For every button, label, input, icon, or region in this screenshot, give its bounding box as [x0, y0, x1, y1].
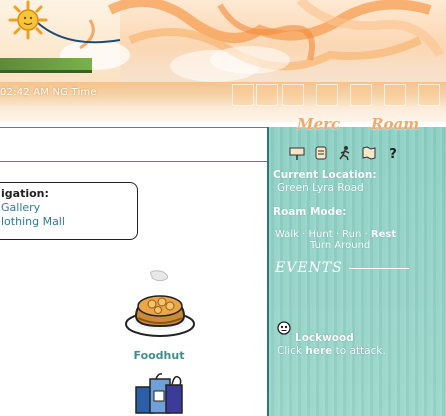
shopping-bag-icon[interactable] [130, 373, 188, 416]
phoenix-artwork [29, 0, 444, 74]
tab-roam[interactable]: Roam [371, 115, 419, 133]
toolbar-slot[interactable] [384, 84, 406, 106]
sidebar: Merc Roam ? Current Location: Green Lyra… [267, 115, 446, 416]
attack-prefix: Click [277, 345, 303, 357]
monster-icon [277, 321, 291, 335]
events-title: EVENTS [275, 260, 343, 276]
roam-mode-walk[interactable]: Walk [275, 229, 299, 240]
server-time: 02:42 AM NG Time [0, 87, 97, 98]
tab-merc[interactable]: Merc [297, 115, 340, 133]
sun-logo-icon [8, 0, 48, 40]
location-label-foodhut[interactable]: Foodhut [118, 349, 200, 362]
header-banner [0, 0, 446, 82]
time-bar: 02:42 AM NG Time [0, 82, 446, 106]
question-icon[interactable]: ? [385, 145, 401, 161]
scroll-icon[interactable] [313, 145, 329, 161]
nav-link-gallery[interactable]: Gallery [1, 201, 40, 214]
event-attack-line: Click here to attack. [277, 345, 386, 357]
toolbar-slot[interactable] [350, 84, 372, 106]
toolbar-slot[interactable] [232, 84, 254, 106]
current-location-label: Current Location: [273, 169, 377, 181]
turn-around-button[interactable]: Turn Around [310, 240, 370, 251]
events-divider [349, 268, 409, 269]
attack-link[interactable]: here [305, 345, 332, 357]
toolbar-slot[interactable] [282, 84, 304, 106]
roam-mode-run[interactable]: Run [342, 229, 361, 240]
divider [0, 127, 267, 128]
roam-mode-label: Roam Mode: [273, 206, 347, 218]
toolbar-slot[interactable] [316, 84, 338, 106]
divider [0, 161, 267, 162]
navigation-title: igation: [1, 187, 49, 200]
pancake-plate-icon[interactable] [122, 270, 198, 342]
attack-suffix: to attack. [335, 345, 386, 357]
roam-mode-options: Walk · Hunt · Run · Rest Turn Around [275, 229, 396, 251]
running-man-icon[interactable] [337, 145, 353, 161]
sidebar-toolbar: ? [289, 145, 401, 161]
event-monster-name: Lockwood [295, 332, 354, 344]
toolbar-slot[interactable] [418, 84, 440, 106]
navigation-box: igation: Gallery lothing Mall [0, 182, 138, 240]
roam-mode-hunt[interactable]: Hunt [309, 229, 333, 240]
current-location-value: Green Lyra Road [277, 182, 364, 194]
roam-mode-rest-active[interactable]: Rest [371, 229, 396, 240]
nav-link-clothing-mall[interactable]: lothing Mall [1, 215, 65, 228]
sign-icon[interactable] [289, 145, 305, 161]
svg-text:?: ? [389, 147, 397, 161]
toolbar-slot[interactable] [256, 84, 278, 106]
map-icon[interactable] [361, 145, 377, 161]
